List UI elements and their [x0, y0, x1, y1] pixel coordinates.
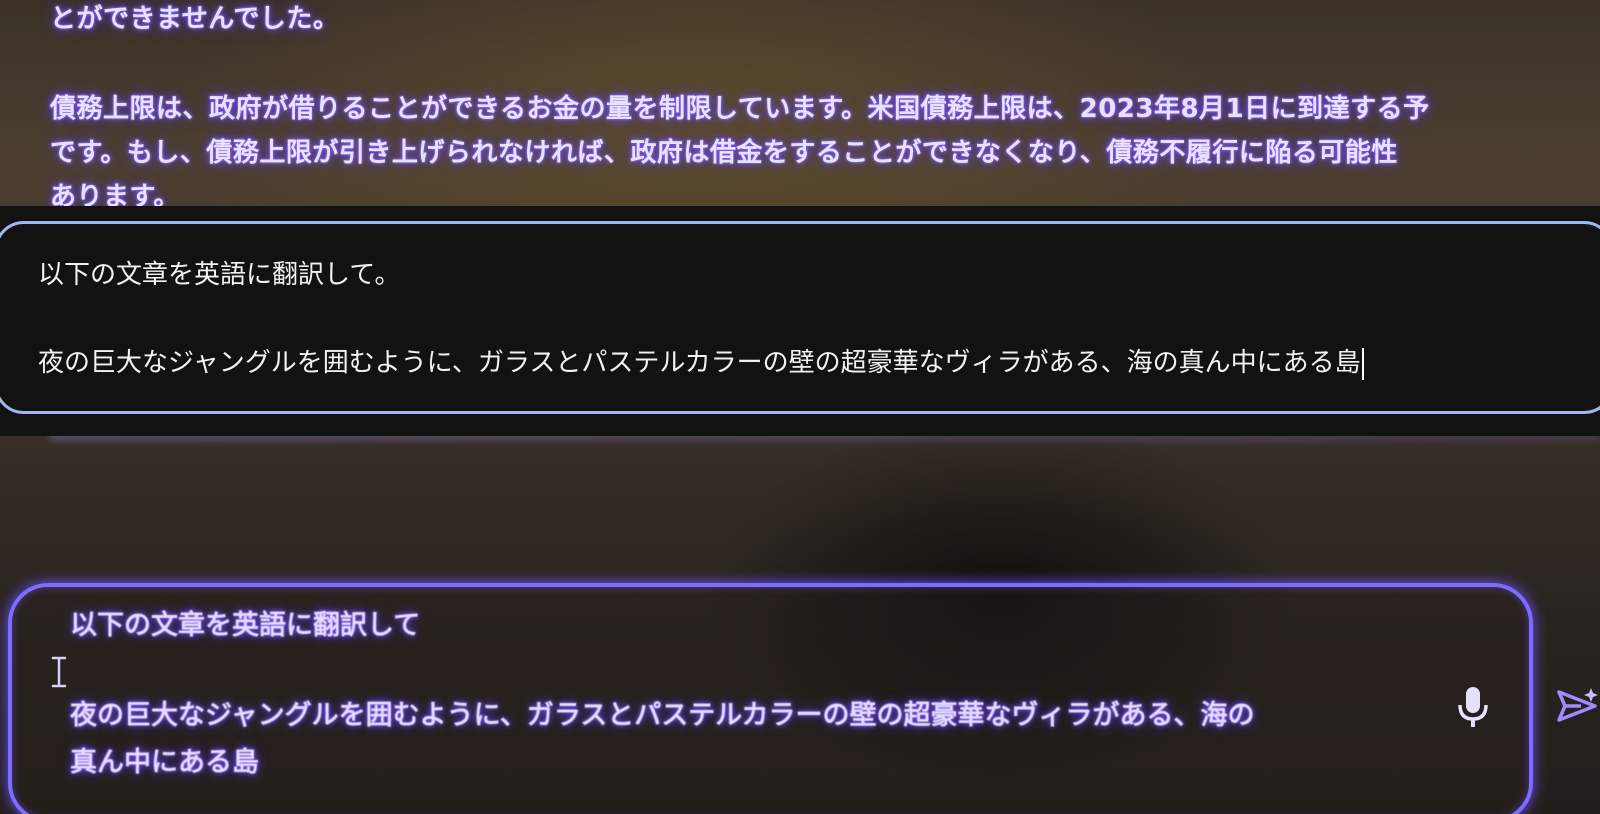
caption-line-2-text: 夜の巨大なジャングルを囲むように、ガラスとパステルカラーの壁の超豪華なヴィラがあ… [38, 348, 1361, 378]
screen: とができませんでした。 債務上限は、政府が借りることができるお金の量を制限してい… [0, 0, 1600, 814]
response-line: です。もし、債務上限が引き上げられなければ、政府は借金をすることができなくなり、… [50, 138, 1398, 168]
prompt-line-2: 夜の巨大なジャングルを囲むように、ガラスとパステルカラーの壁の超豪華なヴィラがあ… [70, 700, 1255, 731]
text-caret [1361, 347, 1364, 380]
caption-frame: 以下の文章を英語に翻訳して。 夜の巨大なジャングルを囲むように、ガラスとパステル… [0, 221, 1600, 414]
microphone-icon[interactable] [1455, 685, 1491, 731]
prompt-line-3: 真ん中にある島 [70, 747, 259, 778]
text-cursor-icon [51, 656, 67, 688]
prompt-line-1: 以下の文章を英語に翻訳して [70, 610, 421, 641]
send-icon[interactable] [1555, 686, 1600, 726]
response-line: とができませんでした。 [50, 4, 340, 34]
caption-line-1: 以下の文章を英語に翻訳して。 [38, 260, 401, 290]
caption-line-2: 夜の巨大なジャングルを囲むように、ガラスとパステルカラーの壁の超豪華なヴィラがあ… [38, 342, 1364, 380]
response-line: 債務上限は、政府が借りることができるお金の量を制限しています。米国債務上限は、2… [50, 94, 1430, 124]
